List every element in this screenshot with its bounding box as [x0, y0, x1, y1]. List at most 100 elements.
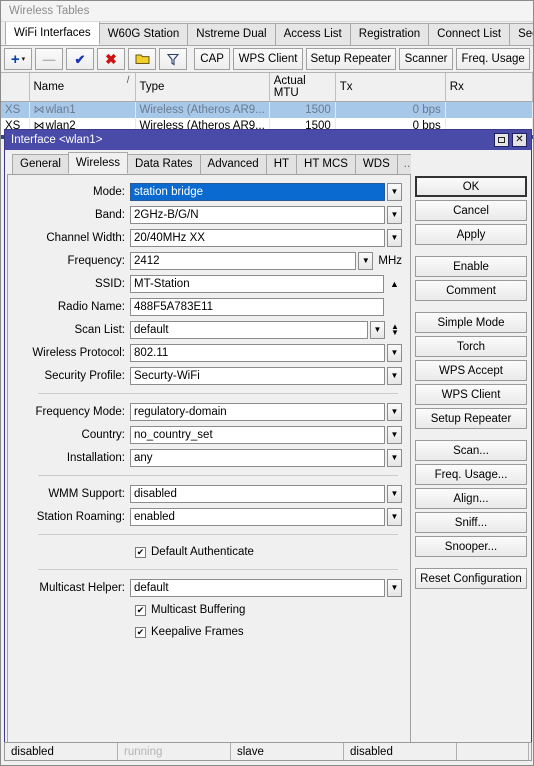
snooper-button[interactable]: Snooper... — [415, 536, 527, 557]
wireless-tab-w60g-station[interactable]: W60G Station — [98, 23, 189, 45]
wireless-protocol-input[interactable]: 802.11 — [130, 343, 385, 362]
wireless-tabs[interactable]: WiFi Interfaces W60G Station Nstreme Dual A… — [1, 22, 533, 46]
wmm-support-dropdown-icon[interactable]: ▼ — [387, 484, 402, 503]
sniff-button[interactable]: Sniff... — [415, 512, 527, 533]
column-type[interactable]: Type — [135, 73, 270, 102]
mode-input[interactable]: station bridge — [130, 182, 385, 201]
enable-button[interactable]: ✔ — [66, 48, 94, 70]
wireless-protocol-dropdown-icon[interactable]: ▼ — [387, 343, 402, 362]
dialog-tab-ht-mcs[interactable]: HT MCS — [296, 154, 356, 174]
column-tx[interactable]: Tx — [335, 73, 446, 102]
dialog-tab-advanced[interactable]: Advanced — [199, 154, 267, 174]
status-bar: disabled running slave disabled — [4, 742, 532, 761]
remove-button[interactable]: — — [35, 48, 63, 70]
channel-width-dropdown-icon[interactable]: ▼ — [387, 228, 402, 247]
mode-dropdown-icon[interactable]: ▼ — [387, 182, 402, 201]
close-icon[interactable]: ✕ — [512, 133, 527, 147]
table-row[interactable]: XS ⋈ wlan1 Wireless (Atheros AR9... 1500 0 b… — [1, 101, 533, 118]
multicast-helper-input[interactable]: default — [130, 578, 385, 597]
field-frequency-mode: Frequency Mode: regulatory-domain ▼ — [12, 401, 402, 422]
wmm-support-input[interactable]: disabled — [130, 484, 385, 503]
wps-client-button[interactable]: WPS Client — [233, 48, 303, 70]
wireless-tab-registration[interactable]: Registration — [349, 23, 430, 45]
dialog-tab-wireless[interactable]: Wireless — [67, 152, 129, 174]
security-profile-input[interactable]: Securty-WiFi — [130, 366, 385, 385]
wireless-tab-security-profile[interactable]: Security Profile — [509, 23, 533, 45]
status-cell-1: running — [118, 743, 231, 760]
scan-button[interactable]: Scan... — [415, 440, 527, 461]
scan-list-input[interactable]: default — [130, 320, 368, 339]
station-roaming-dropdown-icon[interactable]: ▼ — [387, 507, 402, 526]
keepalive-frames-checkbox[interactable]: ✔ — [135, 626, 146, 638]
dialog-tab--[interactable]: ... — [396, 154, 411, 174]
field-radio-name: Radio Name: 488F5A783E11 — [12, 296, 402, 317]
ssid-input[interactable]: MT-Station — [130, 274, 384, 293]
comment-button[interactable]: Comment — [415, 280, 527, 301]
scanner-button[interactable]: Scanner — [398, 48, 454, 70]
checkbox-default-authenticate[interactable]: ✔ Default Authenticate — [12, 542, 402, 562]
country-input[interactable]: no_country_set — [130, 425, 385, 444]
band-input[interactable]: 2GHz-B/G/N — [130, 205, 385, 224]
frequency-mode-dropdown-icon[interactable]: ▼ — [387, 402, 402, 421]
column-rx[interactable]: Rx — [445, 73, 533, 102]
dialog-tab-wds[interactable]: WDS — [354, 154, 398, 174]
scan-list-stepper-icon[interactable]: ▲ ▼ — [388, 321, 402, 339]
scan-list-dropdown-icon[interactable]: ▼ — [370, 320, 385, 339]
wireless-tab-connect-list[interactable]: Connect List — [428, 23, 511, 45]
checkbox-multicast-buffering[interactable]: ✔ Multicast Buffering — [12, 600, 402, 620]
torch-button[interactable]: Torch — [415, 336, 527, 357]
checkbox-keepalive-frames[interactable]: ✔ Keepalive Frames — [12, 622, 402, 642]
security-profile-dropdown-icon[interactable]: ▼ — [387, 366, 402, 385]
reset-configuration-button[interactable]: Reset Configuration — [415, 568, 527, 589]
setup-repeater-button[interactable]: Setup Repeater — [415, 408, 527, 429]
dialog-tab-data-rates[interactable]: Data Rates — [127, 154, 201, 174]
separator-1 — [38, 393, 398, 394]
field-wireless-protocol: Wireless Protocol: 802.11 ▼ — [12, 342, 402, 363]
setup-repeater-button[interactable]: Setup Repeater — [305, 48, 396, 70]
filter-button[interactable] — [159, 48, 187, 70]
field-wmm-support: WMM Support: disabled ▼ — [12, 483, 402, 504]
installation-dropdown-icon[interactable]: ▼ — [387, 448, 402, 467]
band-dropdown-icon[interactable]: ▼ — [387, 205, 402, 224]
column-name[interactable]: Name — [29, 73, 136, 102]
default-authenticate-checkbox[interactable]: ✔ — [135, 546, 146, 558]
align-button[interactable]: Align... — [415, 488, 527, 509]
comment-button[interactable] — [128, 48, 156, 70]
installation-input[interactable]: any — [130, 448, 385, 467]
restore-icon[interactable] — [494, 133, 509, 147]
ssid-collapse-icon[interactable]: ▲ — [387, 275, 402, 293]
disable-button[interactable]: ✖ — [97, 48, 125, 70]
station-roaming-input[interactable]: enabled — [130, 507, 385, 526]
freq-usage-button[interactable]: Freq. Usage... — [415, 464, 527, 485]
country-dropdown-icon[interactable]: ▼ — [387, 425, 402, 444]
plus-icon: + — [10, 50, 20, 68]
enable-button[interactable]: Enable — [415, 256, 527, 277]
cancel-button[interactable]: Cancel — [415, 200, 527, 221]
column-flags[interactable] — [1, 73, 30, 102]
interface-dialog: Interface <wlan1> ✕ General Wireless Data … — [4, 129, 532, 751]
multicast-helper-dropdown-icon[interactable]: ▼ — [387, 578, 402, 597]
radio-name-spacer — [387, 298, 402, 316]
cap-button[interactable]: CAP — [193, 48, 231, 70]
frequency-mode-input[interactable]: regulatory-domain — [130, 402, 385, 421]
dialog-tab-general[interactable]: General — [12, 154, 69, 174]
ok-button[interactable]: OK — [415, 176, 527, 197]
dialog-tabs[interactable]: General Wireless Data Rates Advanced HT HT MC… — [7, 152, 411, 174]
frequency-input[interactable]: 2412 — [130, 251, 357, 270]
wireless-tab-access-list[interactable]: Access List — [274, 23, 351, 45]
frequency-dropdown-icon[interactable]: ▼ — [358, 251, 374, 270]
channel-width-input[interactable]: 20/40MHz XX — [130, 228, 385, 247]
radio-name-input[interactable]: 488F5A783E11 — [130, 297, 384, 316]
wireless-tab-wifi-interfaces[interactable]: WiFi Interfaces — [5, 22, 100, 45]
apply-button[interactable]: Apply — [415, 224, 527, 245]
separator-4 — [38, 569, 398, 570]
wps-client-button[interactable]: WPS Client — [415, 384, 527, 405]
multicast-buffering-checkbox[interactable]: ✔ — [135, 604, 146, 616]
freq-usage-button[interactable]: Freq. Usage — [456, 48, 530, 70]
wireless-tab-nstreme-dual[interactable]: Nstreme Dual — [187, 23, 276, 45]
add-button[interactable]: + ▾ — [4, 48, 32, 70]
wps-accept-button[interactable]: WPS Accept — [415, 360, 527, 381]
column-actual-mtu[interactable]: Actual MTU — [269, 73, 336, 102]
dialog-tab-ht[interactable]: HT — [265, 154, 298, 174]
simple-mode-button[interactable]: Simple Mode — [415, 312, 527, 333]
